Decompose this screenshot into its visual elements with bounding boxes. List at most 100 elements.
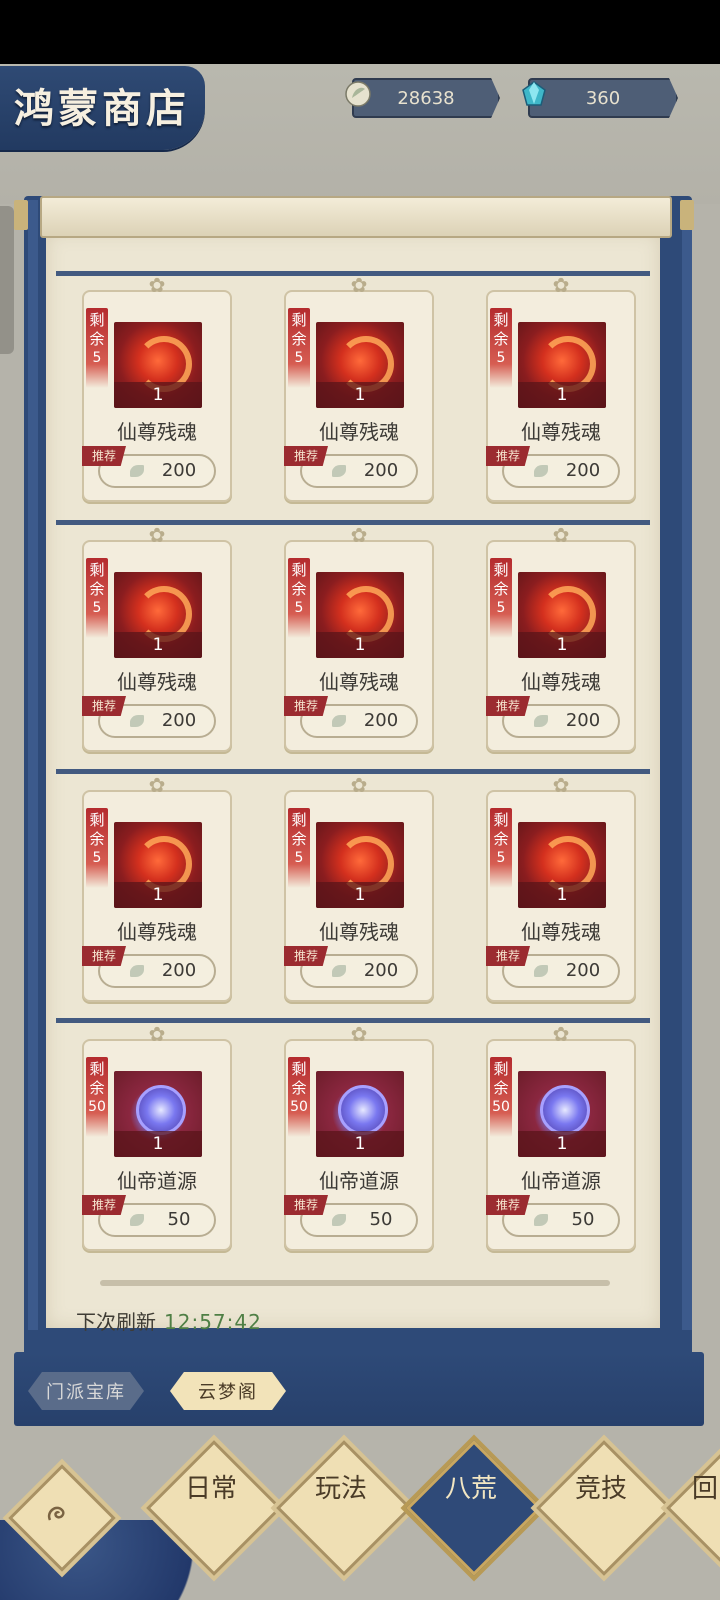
purple-orb-icon: 1 — [114, 1071, 202, 1157]
shop-item-card[interactable]: ✿ 剩余 5 1 仙尊残魂 200 推荐 — [82, 274, 232, 502]
remaining-count: 5 — [294, 350, 304, 366]
recommend-tag: 推荐 — [486, 946, 530, 966]
remaining-badge: 剩余 50 — [490, 1057, 512, 1137]
shop-item-card[interactable]: ✿ 剩余 50 1 仙帝道源 50 推荐 — [486, 1023, 636, 1251]
shop-item-card[interactable]: ✿ 剩余 5 1 仙尊残魂 200 推荐 — [284, 274, 434, 502]
remaining-count: 5 — [92, 850, 102, 866]
item-price: 50 — [369, 1209, 393, 1230]
refresh-time: 12:57:42 — [164, 1310, 262, 1334]
item-name: 仙尊残魂 — [319, 920, 399, 944]
remaining-count: 5 — [496, 850, 506, 866]
item-name: 仙尊残魂 — [521, 420, 601, 444]
item-name: 仙帝道源 — [117, 1169, 197, 1193]
item-price: 200 — [565, 710, 601, 731]
tab-sect-treasury[interactable]: 门派宝库 — [28, 1372, 144, 1410]
leaf-currency-icon — [332, 465, 346, 477]
item-quantity: 1 — [152, 1134, 164, 1154]
shop-item-card[interactable]: ✿ 剩余 5 1 仙尊残魂 200 推荐 — [486, 524, 636, 752]
ribbon-bow-icon: ✿ — [148, 273, 166, 297]
item-name: 仙尊残魂 — [117, 420, 197, 444]
item-quantity: 1 — [354, 635, 366, 655]
currency-gem-display[interactable]: 360 — [528, 78, 678, 118]
recommend-tag: 推荐 — [284, 696, 328, 716]
ribbon-bow-icon: ✿ — [552, 273, 570, 297]
remaining-label: 剩余 — [89, 811, 105, 848]
recommend-tag: 推荐 — [284, 946, 328, 966]
remaining-label: 剩余 — [89, 311, 105, 348]
shop-item-card[interactable]: ✿ 剩余 5 1 仙尊残魂 200 推荐 — [82, 524, 232, 752]
item-price: 200 — [161, 960, 197, 981]
remaining-count: 5 — [496, 600, 506, 616]
currency-leaf-display[interactable]: 28638 — [352, 78, 500, 118]
item-quantity: 1 — [556, 1134, 568, 1154]
scroll-rod-end-left — [14, 200, 28, 230]
recommend-tag: 推荐 — [486, 1195, 530, 1215]
nav-more-label: 回 — [691, 1474, 718, 1504]
remaining-badge: 剩余 50 — [288, 1057, 310, 1137]
item-price: 200 — [565, 460, 601, 481]
ribbon-bow-icon: ✿ — [552, 523, 570, 547]
refresh-timer: 下次刷新 12:57:42 — [76, 1306, 262, 1335]
red-soul-icon: 1 — [518, 822, 606, 908]
ribbon-bow-icon: ✿ — [148, 1022, 166, 1046]
ribbon-bow-icon: ✿ — [552, 1022, 570, 1046]
item-price: 200 — [363, 460, 399, 481]
item-name: 仙尊残魂 — [319, 420, 399, 444]
leaf-currency-icon — [130, 715, 144, 727]
remaining-label: 剩余 — [493, 1060, 509, 1097]
remaining-badge: 剩余 5 — [288, 808, 310, 888]
remaining-count: 50 — [88, 1099, 106, 1115]
remaining-label: 剩余 — [493, 311, 509, 348]
purple-orb-icon: 1 — [316, 1071, 404, 1157]
item-price: 200 — [363, 710, 399, 731]
leaf-currency-icon — [534, 965, 548, 977]
remaining-badge: 剩余 50 — [86, 1057, 108, 1137]
item-price: 200 — [161, 460, 197, 481]
shop-item-card[interactable]: ✿ 剩余 5 1 仙尊残魂 200 推荐 — [284, 774, 434, 1002]
remaining-badge: 剩余 5 — [288, 308, 310, 388]
currency-gem-amount: 360 — [585, 87, 621, 109]
ribbon-bow-icon: ✿ — [350, 273, 368, 297]
remaining-label: 剩余 — [291, 311, 307, 348]
list-end-divider — [100, 1280, 610, 1286]
item-quantity: 1 — [354, 885, 366, 905]
shop-item-card[interactable]: ✿ 剩余 50 1 仙帝道源 50 推荐 — [284, 1023, 434, 1251]
leaf-currency-icon — [534, 465, 548, 477]
item-price: 200 — [565, 960, 601, 981]
recommend-tag: 推荐 — [82, 946, 126, 966]
shop-item-card[interactable]: ✿ 剩余 5 1 仙尊残魂 200 推荐 — [82, 774, 232, 1002]
red-soul-icon: 1 — [114, 822, 202, 908]
remaining-label: 剩余 — [291, 811, 307, 848]
red-soul-icon: 1 — [518, 322, 606, 408]
remaining-count: 5 — [294, 600, 304, 616]
shop-item-card[interactable]: ✿ 剩余 5 1 仙尊残魂 200 推荐 — [486, 274, 636, 502]
ribbon-bow-icon: ✿ — [148, 523, 166, 547]
nav-bahuang-label: 八荒 — [444, 1474, 497, 1504]
scroll-rail-left — [28, 200, 38, 1330]
red-soul-icon: 1 — [316, 822, 404, 908]
tab-yunmeng-pavilion[interactable]: 云梦阁 — [170, 1372, 286, 1410]
leaf-currency-icon — [534, 1214, 548, 1226]
recommend-tag: 推荐 — [82, 696, 126, 716]
purple-orb-icon: 1 — [518, 1071, 606, 1157]
shop-item-card[interactable]: ✿ 剩余 5 1 仙尊残魂 200 推荐 — [284, 524, 434, 752]
leaf-currency-icon — [130, 965, 144, 977]
leaf-currency-icon — [345, 81, 371, 107]
remaining-count: 5 — [92, 600, 102, 616]
item-name: 仙尊残魂 — [117, 670, 197, 694]
red-soul-icon: 1 — [114, 572, 202, 658]
scroll-rod-end-right — [680, 200, 694, 230]
shop-item-card[interactable]: ✿ 剩余 5 1 仙尊残魂 200 推荐 — [486, 774, 636, 1002]
red-soul-icon: 1 — [316, 322, 404, 408]
item-name: 仙帝道源 — [319, 1169, 399, 1193]
recommend-tag: 推荐 — [486, 696, 530, 716]
status-bar — [0, 0, 720, 64]
shop-item-card[interactable]: ✿ 剩余 50 1 仙帝道源 50 推荐 — [82, 1023, 232, 1251]
item-name: 仙尊残魂 — [117, 920, 197, 944]
ribbon-bow-icon: ✿ — [350, 523, 368, 547]
remaining-count: 5 — [92, 350, 102, 366]
red-soul-icon: 1 — [518, 572, 606, 658]
side-pull-tab[interactable] — [0, 206, 14, 354]
remaining-badge: 剩余 5 — [490, 558, 512, 638]
ribbon-bow-icon: ✿ — [552, 773, 570, 797]
